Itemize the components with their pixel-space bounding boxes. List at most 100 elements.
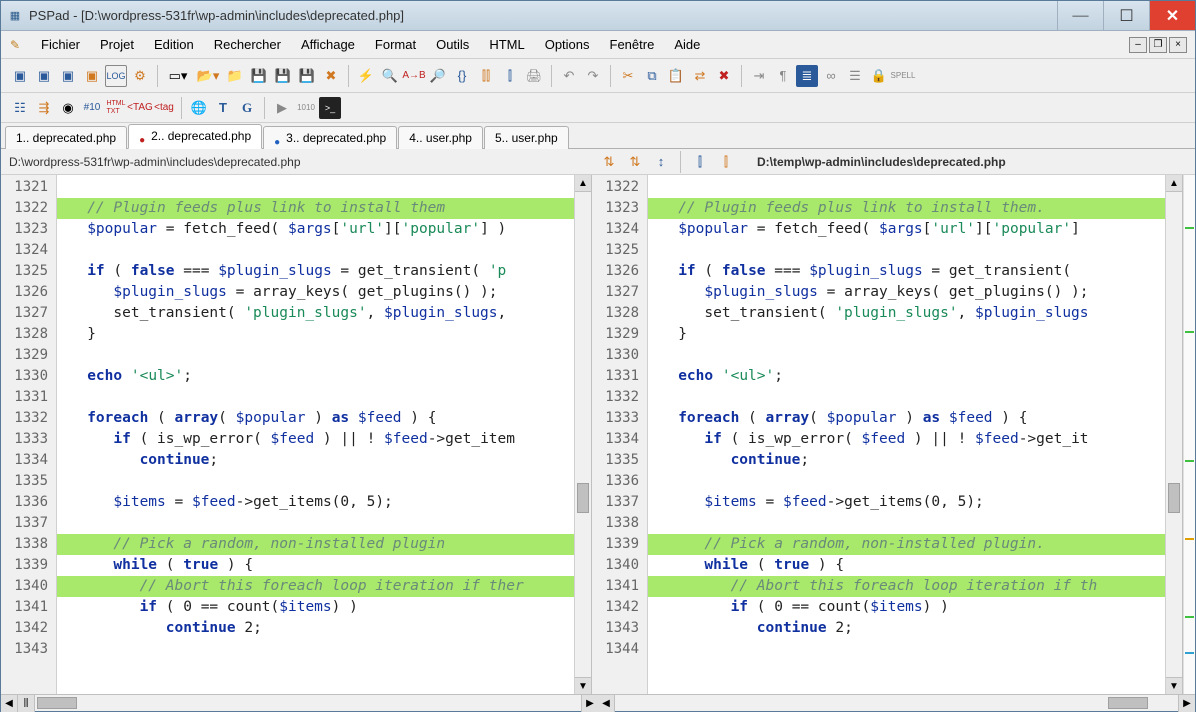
undo-icon[interactable]: ↶ xyxy=(558,65,580,87)
search-icon[interactable]: 🔍 xyxy=(379,65,401,87)
project-open-icon[interactable]: ▣ xyxy=(33,65,55,87)
code-line[interactable]: set_transient( 'plugin_slugs', $plugin_s… xyxy=(648,303,1165,324)
open-folder-icon[interactable]: 📁 xyxy=(224,65,246,87)
scroll-left-icon[interactable]: ◀ xyxy=(598,695,615,712)
hscroll-thumb[interactable] xyxy=(37,697,77,709)
code-line[interactable] xyxy=(57,240,574,261)
code-line[interactable]: } xyxy=(57,324,574,345)
find-in-files-icon[interactable]: 🔎 xyxy=(427,65,449,87)
code-line[interactable]: // Pick a random, non-installed plugin. xyxy=(648,534,1165,555)
compare-icon[interactable]: ⫿⫿ xyxy=(475,65,497,87)
code-line[interactable]: continue 2; xyxy=(57,618,574,639)
vscroll-left[interactable]: ▲ ▼ xyxy=(574,175,591,694)
code-line[interactable]: // Abort this foreach loop iteration if … xyxy=(57,576,574,597)
open-file-icon[interactable]: 📂▾ xyxy=(194,65,222,87)
list-icon[interactable]: ☰ xyxy=(844,65,866,87)
project-new-icon[interactable]: ▣ xyxy=(9,65,31,87)
scroll-right-icon[interactable]: ▶ xyxy=(1178,695,1195,712)
code-line[interactable]: if ( is_wp_error( $feed ) || ! $feed->ge… xyxy=(648,429,1165,450)
code-line[interactable]: while ( true ) { xyxy=(57,555,574,576)
save-as-icon[interactable]: 💾 xyxy=(296,65,318,87)
t-icon[interactable]: T xyxy=(212,97,234,119)
code-line[interactable]: if ( 0 == count($items) ) xyxy=(648,597,1165,618)
code-line[interactable]: // Pick a random, non-installed plugin xyxy=(57,534,574,555)
replace-icon[interactable]: A→B xyxy=(403,65,425,87)
close-file-icon[interactable]: ✖ xyxy=(320,65,342,87)
wrap-icon[interactable]: ≣ xyxy=(796,65,818,87)
code-line[interactable] xyxy=(648,177,1165,198)
globe-icon[interactable]: 🌐 xyxy=(188,97,210,119)
play-icon[interactable]: ▶ xyxy=(271,97,293,119)
scroll-handle-icon[interactable]: ⫼ xyxy=(18,695,35,712)
code-line[interactable]: $popular = fetch_feed( $args['url']['pop… xyxy=(648,219,1165,240)
hscroll-thumb[interactable] xyxy=(1108,697,1148,709)
menu-fichier[interactable]: Fichier xyxy=(31,33,90,56)
code-line[interactable]: foreach ( array( $popular ) as $feed ) { xyxy=(648,408,1165,429)
tab[interactable]: 1.. deprecated.php xyxy=(5,126,127,149)
link-icon[interactable]: ∞ xyxy=(820,65,842,87)
vscroll-thumb[interactable] xyxy=(1168,483,1180,513)
log-icon[interactable]: LOG xyxy=(105,65,127,87)
edit-icon[interactable]: ✎ xyxy=(7,37,23,53)
scroll-up-icon[interactable]: ▲ xyxy=(1166,175,1182,192)
hscroll-right[interactable]: ◀ ▶ xyxy=(598,695,1195,711)
menu-rechercher[interactable]: Rechercher xyxy=(204,33,291,56)
nav-icon[interactable]: ↕ xyxy=(650,151,672,173)
binary-icon[interactable]: 1010 xyxy=(295,97,317,119)
code-line[interactable] xyxy=(648,240,1165,261)
code-line[interactable] xyxy=(57,513,574,534)
code-line[interactable]: while ( true ) { xyxy=(648,555,1165,576)
scroll-down-icon[interactable]: ▼ xyxy=(1166,677,1182,694)
paste-icon[interactable]: 📋 xyxy=(665,65,687,87)
tag-upper-icon[interactable]: <TAG xyxy=(129,97,151,119)
code-line[interactable]: if ( false === $plugin_slugs = get_trans… xyxy=(648,261,1165,282)
menu-edition[interactable]: Edition xyxy=(144,33,204,56)
save-all-icon[interactable]: 💾 xyxy=(272,65,294,87)
new-file-icon[interactable]: ▭▾ xyxy=(164,65,192,87)
code-line[interactable]: // Abort this foreach loop iteration if … xyxy=(648,576,1165,597)
lock-icon[interactable]: 🔒 xyxy=(868,65,890,87)
tag-lower-icon[interactable]: <tag xyxy=(153,97,175,119)
close-button[interactable]: ✕ xyxy=(1149,1,1195,30)
code-right[interactable]: // Plugin feeds plus link to install the… xyxy=(648,175,1165,694)
code-line[interactable] xyxy=(57,387,574,408)
code-line[interactable] xyxy=(57,177,574,198)
project-save-icon[interactable]: ▣ xyxy=(57,65,79,87)
tab[interactable]: 5.. user.php xyxy=(484,126,569,149)
save-icon[interactable]: 💾 xyxy=(248,65,270,87)
sync-down-icon[interactable]: ⇅ xyxy=(598,151,620,173)
doc-restore-button[interactable]: ❐ xyxy=(1149,37,1167,53)
code-line[interactable]: if ( 0 == count($items) ) xyxy=(57,597,574,618)
code-line[interactable]: $plugin_slugs = array_keys( get_plugins(… xyxy=(57,282,574,303)
vscroll-thumb[interactable] xyxy=(577,483,589,513)
scroll-left-icon[interactable]: ◀ xyxy=(1,695,18,712)
terminal-icon[interactable]: >_ xyxy=(319,97,341,119)
menu-format[interactable]: Format xyxy=(365,33,426,56)
wand-icon[interactable]: ⚡ xyxy=(355,65,377,87)
doc-minimize-button[interactable]: – xyxy=(1129,37,1147,53)
tab[interactable]: 2.. deprecated.php xyxy=(128,124,262,149)
doc-close-button[interactable]: × xyxy=(1169,37,1187,53)
split-v-icon[interactable]: ⫿ xyxy=(715,151,737,173)
html-txt-icon[interactable]: HTMLTXT xyxy=(105,97,127,119)
copy-icon[interactable]: ⧉ xyxy=(641,65,663,87)
code-line[interactable]: // Plugin feeds plus link to install the… xyxy=(57,198,574,219)
code-line[interactable] xyxy=(57,345,574,366)
code-line[interactable] xyxy=(648,345,1165,366)
code-line[interactable]: set_transient( 'plugin_slugs', $plugin_s… xyxy=(57,303,574,324)
scroll-up-icon[interactable]: ▲ xyxy=(575,175,591,192)
spell-icon[interactable]: SPELL xyxy=(892,65,914,87)
code-line[interactable]: echo '<ul>'; xyxy=(648,366,1165,387)
menu-outils[interactable]: Outils xyxy=(426,33,479,56)
code-line[interactable] xyxy=(648,471,1165,492)
code-line[interactable]: } xyxy=(648,324,1165,345)
delete-icon[interactable]: ✖ xyxy=(713,65,735,87)
cut-icon[interactable]: ✂ xyxy=(617,65,639,87)
code-line[interactable]: // Plugin feeds plus link to install the… xyxy=(648,198,1165,219)
tree-icon[interactable]: ⇶ xyxy=(33,97,55,119)
menu-fenêtre[interactable]: Fenêtre xyxy=(600,33,665,56)
settings-icon[interactable]: ⚙ xyxy=(129,65,151,87)
redo-icon[interactable]: ↷ xyxy=(582,65,604,87)
indent-icon[interactable]: ⇥ xyxy=(748,65,770,87)
tab[interactable]: 4.. user.php xyxy=(398,126,483,149)
